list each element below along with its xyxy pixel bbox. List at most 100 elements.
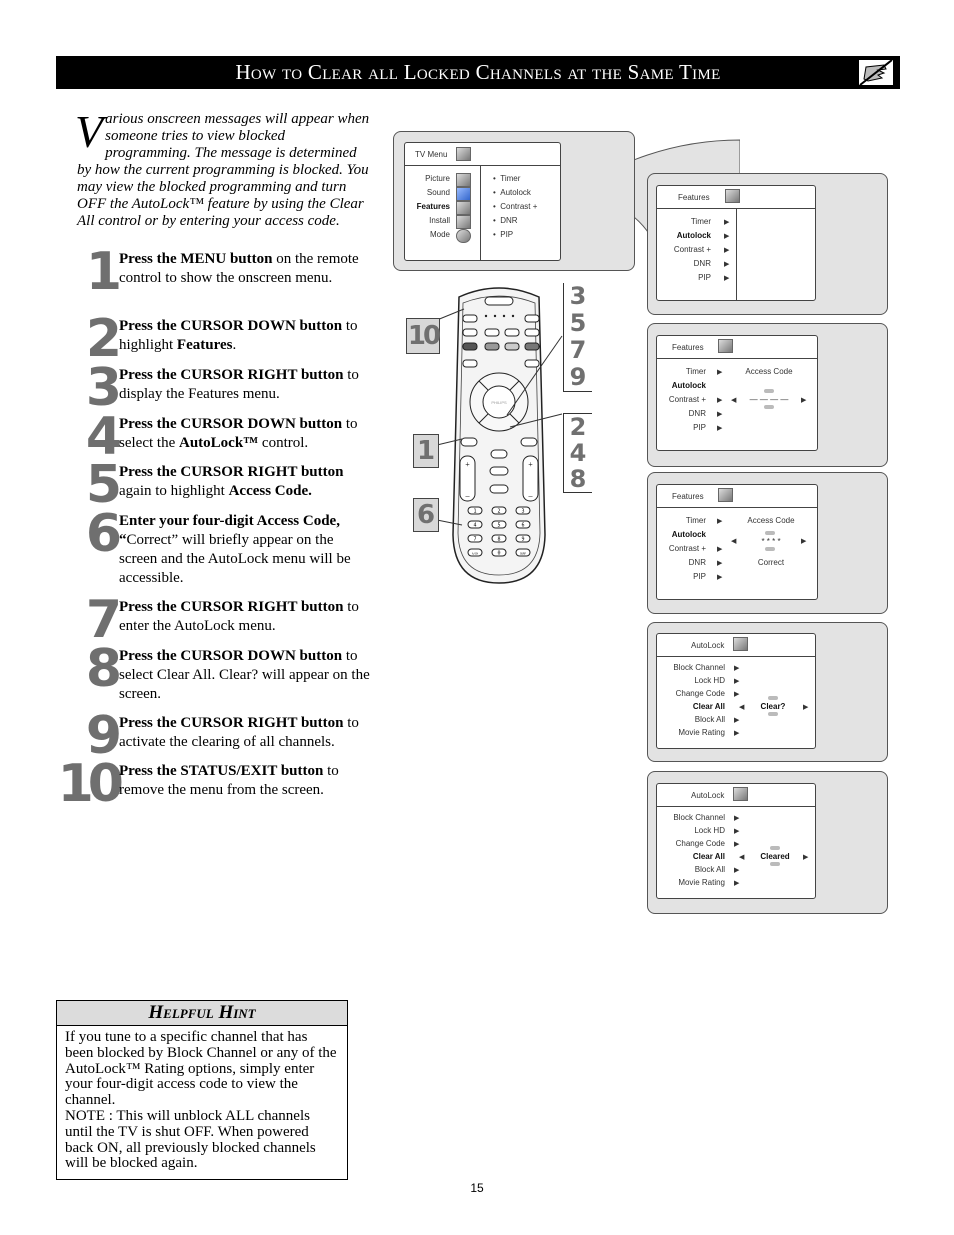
cursor-up-indicator <box>764 389 774 393</box>
arrow-right-icon: ▶ <box>717 560 723 567</box>
menu-item-lock-hd[interactable]: Lock HD <box>694 826 725 835</box>
arrow-right-icon: ▶ <box>717 397 723 404</box>
autolock-icon <box>733 637 748 651</box>
arrow-right-icon: ▶ <box>803 854 809 861</box>
title-bar: How to Clear all Locked Channels at the … <box>56 56 900 89</box>
arrow-left-icon: ◀ <box>739 704 745 711</box>
menu-item-features[interactable]: Features <box>417 202 450 211</box>
menu-item-dnr[interactable]: DNR <box>694 259 711 268</box>
cursor-up-indicator <box>765 531 775 535</box>
menu-item-autolock[interactable]: Autolock <box>672 530 706 539</box>
arrow-right-icon: ▶ <box>717 518 723 525</box>
arrow-right-icon: ▶ <box>734 828 740 835</box>
access-code-panel: Features Timer Autolock Contrast + DNR P… <box>647 323 888 467</box>
features-icon <box>456 201 471 215</box>
svg-text:SURF: SURF <box>520 552 527 556</box>
arrow-right-icon: ▶ <box>734 867 740 874</box>
submenu-preview-item: • PIP <box>493 230 514 239</box>
arrow-right-icon: ▶ <box>717 411 723 418</box>
menu-item-contrast[interactable]: Contrast + <box>674 245 711 254</box>
menu-item-install[interactable]: Install <box>429 216 450 225</box>
step-highlight: AutoLock™ <box>178 435 259 451</box>
tv-menu-icon <box>456 147 471 161</box>
menu-title: AutoLock <box>691 791 725 800</box>
menu-title: AutoLock <box>691 641 725 650</box>
menu-item-timer[interactable]: Timer <box>691 217 711 226</box>
hint-heading: Helpful Hint <box>57 1001 347 1026</box>
features-icon <box>725 189 740 203</box>
arrow-right-icon: ▶ <box>717 574 723 581</box>
menu-item-autolock[interactable]: Autolock <box>672 381 706 390</box>
sound-icon <box>456 187 471 201</box>
menu-item-dnr[interactable]: DNR <box>689 558 706 567</box>
clear-prompt[interactable]: Clear? <box>753 702 793 711</box>
menu-item-clear-all[interactable]: Clear All <box>693 702 725 711</box>
menu-item-block-all[interactable]: Block All <box>695 865 725 874</box>
submenu-preview-item: • Autolock <box>493 188 531 197</box>
menu-title: Features <box>678 193 710 202</box>
intro-paragraph: Various onscreen messages will appear wh… <box>75 109 372 230</box>
tv-menu-panel: TV Menu Picture Sound Features Install M… <box>393 131 635 271</box>
menu-item-change-code[interactable]: Change Code <box>676 689 725 698</box>
arrow-right-icon: ▶ <box>734 678 740 685</box>
menu-item-pip[interactable]: PIP <box>698 273 711 282</box>
menu-item-mode[interactable]: Mode <box>430 230 450 239</box>
step-text: . <box>232 337 237 353</box>
mode-icon <box>456 229 471 243</box>
menu-item-block-channel[interactable]: Block Channel <box>673 813 725 822</box>
step-action: Press the CURSOR RIGHT button <box>119 464 344 480</box>
menu-item-pip[interactable]: PIP <box>693 423 706 432</box>
arrow-left-icon: ◀ <box>731 397 737 404</box>
arrow-right-icon: ▶ <box>717 369 723 376</box>
menu-item-pip[interactable]: PIP <box>693 572 706 581</box>
features-icon <box>718 339 733 353</box>
tv-menu: TV Menu Picture Sound Features Install M… <box>404 142 561 261</box>
arrow-right-icon: ▶ <box>734 717 740 724</box>
menu-item-lock-hd[interactable]: Lock HD <box>694 676 725 685</box>
arrow-right-icon: ▶ <box>734 841 740 848</box>
arrow-right-icon: ▶ <box>724 233 730 240</box>
arrow-right-icon: ▶ <box>724 219 730 226</box>
menu-title: TV Menu <box>415 150 448 159</box>
autolock-menu: AutoLock Block Channel Lock HD Change Co… <box>656 633 816 749</box>
autolock-clear-panel: AutoLock Block Channel Lock HD Change Co… <box>647 622 888 762</box>
autolock-icon <box>733 787 748 801</box>
step-action: Press the CURSOR DOWN button <box>119 318 343 334</box>
cursor-down-indicator <box>765 547 775 551</box>
menu-item-movie-rating[interactable]: Movie Rating <box>678 728 725 737</box>
menu-item-dnr[interactable]: DNR <box>689 409 706 418</box>
menu-item-timer[interactable]: Timer <box>686 367 706 376</box>
menu-item-movie-rating[interactable]: Movie Rating <box>678 878 725 887</box>
step-action: Press the CURSOR RIGHT button <box>119 367 344 383</box>
menu-item-block-channel[interactable]: Block Channel <box>673 663 725 672</box>
menu-item-picture[interactable]: Picture <box>425 174 450 183</box>
page-title: How to Clear all Locked Channels at the … <box>235 60 721 84</box>
access-status: Correct <box>757 558 785 567</box>
menu-item-sound[interactable]: Sound <box>427 188 450 197</box>
step-text: again to highlight <box>119 483 229 499</box>
arrow-right-icon: ▶ <box>724 247 730 254</box>
menu-title: Features <box>672 492 704 501</box>
menu-item-clear-all[interactable]: Clear All <box>693 852 725 861</box>
cursor-up-indicator <box>770 846 780 850</box>
arrow-right-icon: ▶ <box>724 261 730 268</box>
arrow-right-icon: ▶ <box>801 538 807 545</box>
submenu-preview-item: • DNR <box>493 216 518 225</box>
features-menu: Features Timer Autolock Contrast + DNR P… <box>656 185 816 301</box>
arrow-right-icon: ▶ <box>734 815 740 822</box>
menu-item-block-all[interactable]: Block All <box>695 715 725 724</box>
arrow-right-icon: ▶ <box>717 546 723 553</box>
access-code-entry[interactable]: — — — — <box>743 395 795 404</box>
autolock-menu: AutoLock Block Channel Lock HD Change Co… <box>656 783 816 899</box>
menu-item-timer[interactable]: Timer <box>686 516 706 525</box>
step-text: control. <box>258 435 309 451</box>
callout-cursor-down-steps: 2 4 8 <box>563 413 592 493</box>
menu-item-autolock[interactable]: Autolock <box>677 231 711 240</box>
callout-cursor-right-steps: 3 5 7 9 <box>563 283 592 392</box>
step-action: Press the CURSOR DOWN button <box>119 416 343 432</box>
menu-item-change-code[interactable]: Change Code <box>676 839 725 848</box>
arrow-right-icon: ▶ <box>734 691 740 698</box>
menu-item-contrast[interactable]: Contrast + <box>669 544 706 553</box>
access-code-entry[interactable]: * * * * <box>745 537 797 546</box>
menu-item-contrast[interactable]: Contrast + <box>669 395 706 404</box>
